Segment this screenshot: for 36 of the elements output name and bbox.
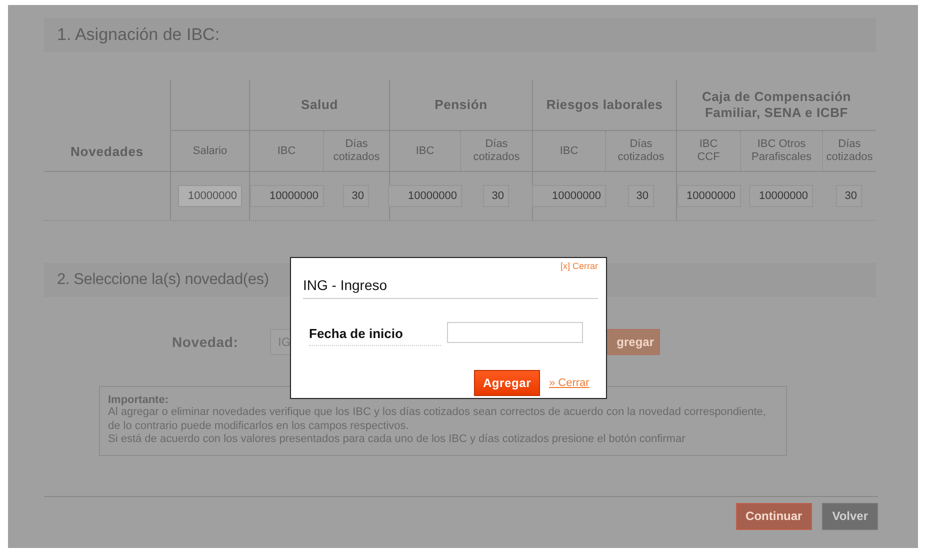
column-header: Días cotizados — [472, 138, 521, 164]
number-field[interactable]: 30 — [836, 185, 862, 207]
field-label: Novedad: — [172, 334, 240, 350]
column-header: IBC Otros Parafiscales — [752, 138, 812, 164]
section-title: 2. Seleccione la(s) novedad(es) — [57, 271, 269, 289]
column-header: IBC — [560, 144, 578, 158]
number-field[interactable]: 30 — [628, 185, 654, 207]
group-header: Riesgos laborales — [546, 97, 663, 113]
column-header: Salario — [192, 144, 228, 158]
close-link[interactable]: » Cerrar — [549, 377, 590, 389]
section-title: 1. Asignación de IBC: — [57, 25, 220, 45]
number-field[interactable]: 10000000 — [676, 185, 740, 207]
group-header: Pensión — [434, 97, 488, 113]
column-header: Días cotizados — [616, 138, 666, 164]
close-link[interactable]: [x] Cerrar — [560, 261, 598, 271]
number-field[interactable]: 30 — [483, 185, 509, 207]
column-header: Días cotizados — [826, 138, 873, 164]
continue-button[interactable]: Continuar — [736, 502, 812, 530]
group-header: Salud — [301, 97, 338, 113]
notice-title: Importante: — [108, 394, 170, 406]
back-button[interactable]: Volver — [822, 502, 878, 530]
add-button[interactable]: Agregar — [474, 370, 540, 396]
number-field[interactable]: 30 — [343, 185, 369, 207]
column-header: IBC CCF — [697, 138, 720, 164]
number-field[interactable]: 10000000 — [250, 185, 324, 207]
modal-title: ING - Ingreso — [303, 277, 598, 299]
number-field[interactable]: 10000000 — [749, 185, 813, 207]
column-header: IBC — [416, 144, 434, 158]
number-field[interactable]: 10000000 — [388, 185, 462, 207]
group-header: Caja de Compensación Familiar, SENA e ICBF — [702, 89, 852, 121]
number-field[interactable]: 10000000 — [532, 185, 606, 207]
date-field[interactable] — [447, 322, 583, 342]
column-header: IBC — [277, 144, 296, 158]
field-label: Fecha de inicio — [309, 326, 441, 346]
row-header: Novedades — [70, 144, 144, 158]
column-header: Días cotizados — [332, 138, 381, 164]
